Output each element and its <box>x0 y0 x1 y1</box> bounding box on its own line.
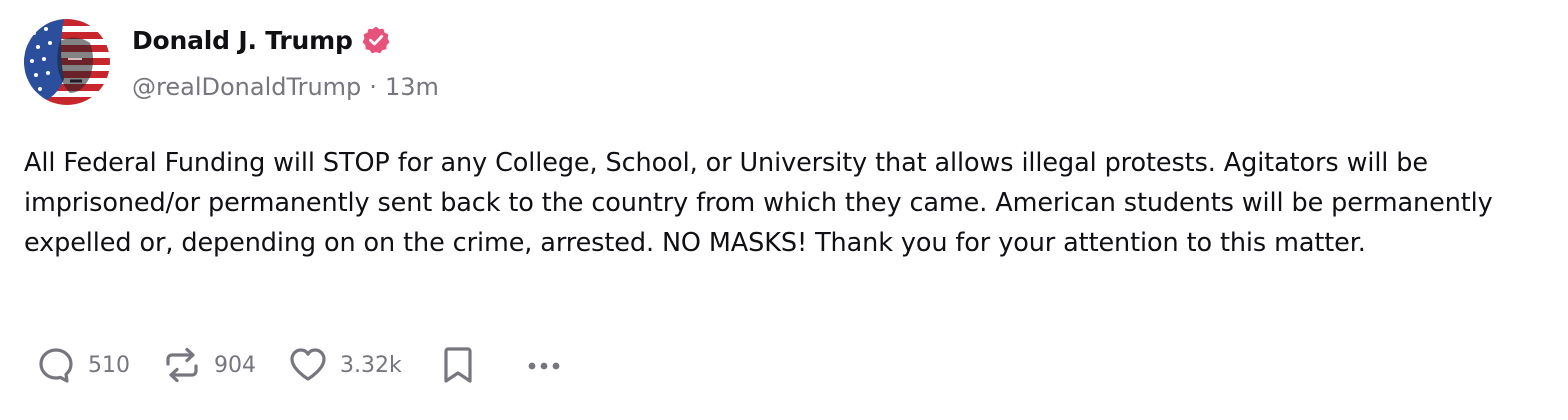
like-count: 3.32k <box>340 352 402 378</box>
post-body-text: All Federal Funding will STOP for any Co… <box>24 148 1493 258</box>
more-icon <box>522 343 566 387</box>
reply-button[interactable]: 510 <box>34 343 130 387</box>
author-name-row: Donald J. Trump <box>132 22 391 58</box>
reply-count: 510 <box>88 352 130 378</box>
bookmark-button[interactable] <box>436 343 480 387</box>
author-avatar[interactable] <box>24 19 110 105</box>
flag-portrait-avatar <box>24 19 110 105</box>
bookmark-icon <box>436 343 480 387</box>
author-handle[interactable]: @realDonaldTrump <box>132 73 361 101</box>
like-button[interactable]: 3.32k <box>286 343 402 387</box>
meta-separator: · <box>369 73 377 101</box>
verified-badge-icon <box>361 25 391 55</box>
post-actions-bar: 510 904 3.32k <box>34 341 566 389</box>
post-timestamp[interactable]: 13m <box>385 73 439 101</box>
repost-button[interactable]: 904 <box>160 343 256 387</box>
post-card: Donald J. Trump @realDonaldTrump · 13m A… <box>0 0 1568 420</box>
author-display-name[interactable]: Donald J. Trump <box>132 26 353 55</box>
repost-icon <box>160 343 204 387</box>
repost-count: 904 <box>214 352 256 378</box>
more-options-button[interactable] <box>522 343 566 387</box>
author-meta-row: @realDonaldTrump · 13m <box>132 70 439 104</box>
reply-icon <box>34 343 78 387</box>
heart-icon <box>286 343 330 387</box>
